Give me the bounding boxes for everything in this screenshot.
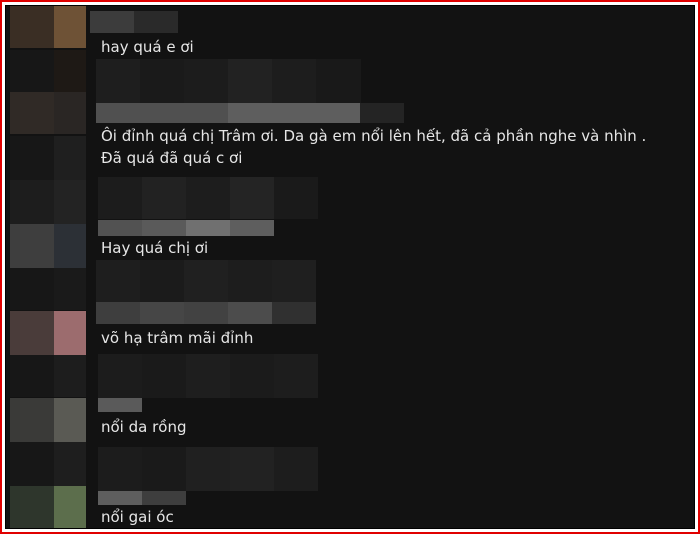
media-thumbnail-redacted xyxy=(96,260,316,302)
media-thumbnail-redacted xyxy=(96,59,361,103)
author-name-redacted xyxy=(98,220,274,236)
media-thumbnail-redacted xyxy=(98,447,318,491)
avatar-placeholder xyxy=(10,355,86,397)
comment-text: nổi da rồng xyxy=(101,418,187,436)
author-name-redacted xyxy=(98,491,186,505)
avatar[interactable] xyxy=(10,486,86,528)
author-name-redacted xyxy=(90,11,178,33)
media-thumbnail-redacted xyxy=(98,354,318,398)
comment-text: võ hạ trâm mãi đỉnh xyxy=(101,329,254,347)
comment-text: nổi gai óc xyxy=(101,508,174,526)
avatar-placeholder xyxy=(10,268,86,310)
screenshot-frame: hay quá e ơi Ôi đỉnh quá chị Trâm ơi. Da… xyxy=(0,0,700,534)
author-name-redacted xyxy=(98,398,142,412)
avatar-placeholder xyxy=(10,136,86,180)
comment-text: Ôi đỉnh quá chị Trâm ơi. Da gà em nổi lê… xyxy=(101,127,647,167)
media-thumbnail-redacted xyxy=(98,177,318,219)
comment-list: hay quá e ơi Ôi đỉnh quá chị Trâm ơi. Da… xyxy=(5,5,695,529)
comment-text: hay quá e ơi xyxy=(101,38,194,56)
avatar-placeholder xyxy=(10,180,86,224)
avatar[interactable] xyxy=(10,398,86,442)
avatar-placeholder xyxy=(10,50,86,92)
author-name-redacted xyxy=(96,103,404,123)
avatar[interactable] xyxy=(10,224,86,268)
avatar[interactable] xyxy=(10,92,86,134)
avatar[interactable] xyxy=(10,311,86,355)
avatar[interactable] xyxy=(10,6,86,48)
author-name-redacted xyxy=(96,302,316,324)
avatar-placeholder xyxy=(10,442,86,486)
comment-text: Hay quá chị ơi xyxy=(101,239,209,257)
